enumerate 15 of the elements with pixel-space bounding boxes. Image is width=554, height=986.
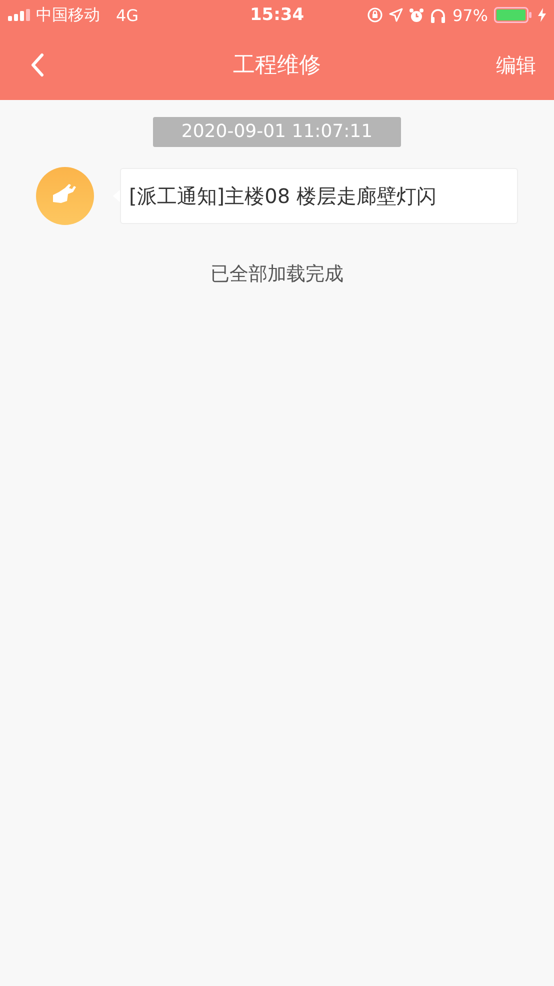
load-complete-text: 已全部加载完成 [210,262,344,287]
message-timestamp: 2020-09-01 11:07:11 [153,117,401,147]
battery-percent: 97% [452,6,488,24]
signal-icon [8,9,30,21]
battery-icon [494,7,532,23]
page-title: 工程维修 [233,52,321,80]
alarm-icon [409,8,424,22]
headphones-icon [430,8,446,22]
network-type: 4G [116,6,139,24]
carrier-name: 中国移动 [36,4,100,26]
message-bubble[interactable]: [派工通知]主楼08 楼层走廊壁灯闪 [120,168,518,224]
location-icon [389,8,404,22]
charging-icon [538,8,546,22]
rotation-lock-icon [367,7,384,23]
clock-time: 15:34 [250,5,304,25]
